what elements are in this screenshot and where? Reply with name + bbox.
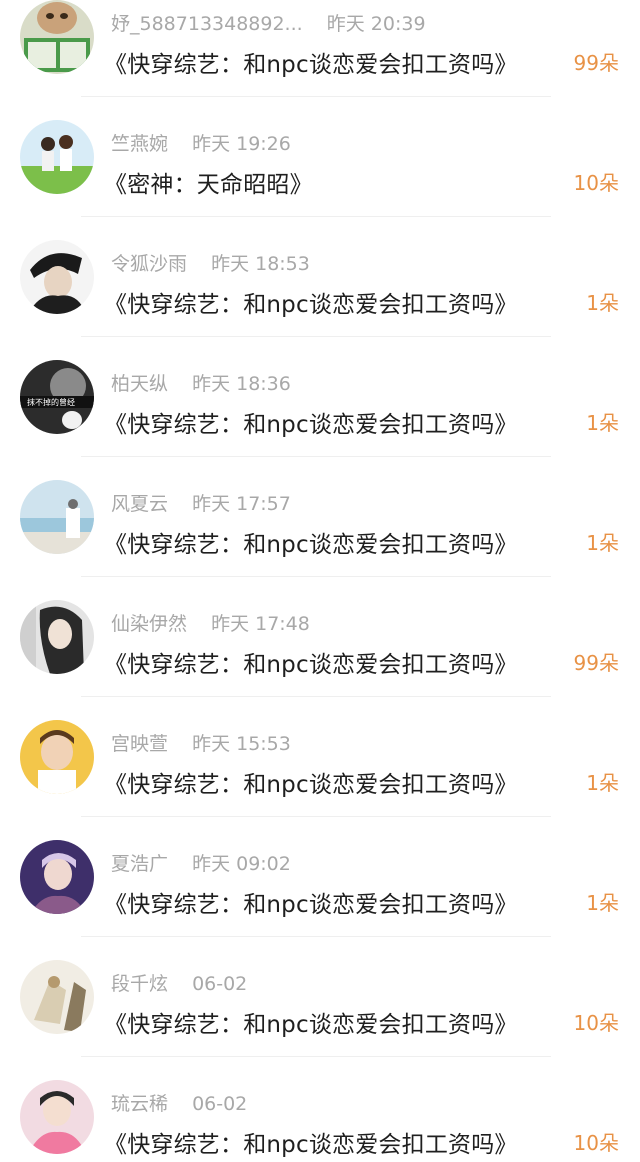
user-name[interactable]: 琉云稀 (111, 1089, 168, 1116)
flower-count: 1朵 (586, 411, 619, 435)
user-name[interactable]: 宫映萱 (111, 729, 168, 756)
user-name[interactable]: 令狐沙雨 (111, 249, 187, 276)
flower-count: 10朵 (573, 1011, 619, 1035)
list-item[interactable]: 仙染伊然 昨天 17:48 《快穿综艺：和npc谈恋爱会扣工资吗》 99朵 (0, 562, 640, 697)
boy-purple-avatar[interactable] (20, 840, 94, 914)
timestamp: 昨天 17:48 (211, 613, 310, 635)
list-item[interactable]: 抹不掉的曾经 柏天纵 昨天 18:36 《快穿综艺：和npc谈恋爱会扣工资吗》 … (0, 322, 640, 457)
book-title[interactable]: 《快穿综艺：和npc谈恋爱会扣工资吗》 (104, 1005, 518, 1041)
timestamp: 昨天 15:53 (192, 733, 291, 755)
timestamp: 昨天 18:36 (192, 373, 291, 395)
couple-grass-avatar[interactable] (20, 120, 94, 194)
flower-count: 1朵 (586, 891, 619, 915)
child-avatar[interactable] (20, 720, 94, 794)
bw-text-avatar[interactable]: 抹不掉的曾经 (20, 360, 94, 434)
list-item[interactable]: 妤_588713348892... 昨天 20:39 《快穿综艺：和npc谈恋爱… (0, 0, 640, 97)
pink-boy-avatar[interactable] (20, 1080, 94, 1154)
list-item[interactable]: 令狐沙雨 昨天 18:53 《快穿综艺：和npc谈恋爱会扣工资吗》 1朵 (0, 202, 640, 337)
dog-reading-avatar[interactable] (20, 0, 94, 74)
girl-hair-avatar[interactable] (20, 600, 94, 674)
timestamp: 昨天 09:02 (192, 853, 291, 875)
book-title[interactable]: 《快穿综艺：和npc谈恋爱会扣工资吗》 (104, 525, 518, 561)
user-name[interactable]: 妤_588713348892... (111, 9, 303, 36)
man-anime-avatar[interactable] (20, 240, 94, 314)
book-title[interactable]: 《快穿综艺：和npc谈恋爱会扣工资吗》 (104, 1125, 518, 1161)
user-name[interactable]: 竺燕婉 (111, 129, 168, 156)
flower-count: 99朵 (573, 651, 619, 675)
book-title[interactable]: 《快穿综艺：和npc谈恋爱会扣工资吗》 (104, 765, 518, 801)
flower-count: 1朵 (586, 291, 619, 315)
user-name[interactable]: 夏浩广 (111, 849, 168, 876)
flower-count: 99朵 (573, 51, 619, 75)
timestamp: 昨天 19:26 (192, 133, 291, 155)
avatar-caption: 抹不掉的曾经 (27, 397, 75, 407)
flower-count: 1朵 (586, 771, 619, 795)
timestamp: 昨天 20:39 (326, 13, 426, 35)
timestamp: 昨天 17:57 (192, 493, 291, 515)
list-item[interactable]: 宫映萱 昨天 15:53 《快穿综艺：和npc谈恋爱会扣工资吗》 1朵 (0, 682, 640, 817)
list-item[interactable]: 段千炫 06-02 《快穿综艺：和npc谈恋爱会扣工资吗》 10朵 (0, 922, 640, 1057)
list-item[interactable]: 风夏云 昨天 17:57 《快穿综艺：和npc谈恋爱会扣工资吗》 1朵 (0, 442, 640, 577)
drawing-avatar[interactable] (20, 960, 94, 1034)
flower-count: 10朵 (573, 171, 619, 195)
list-item[interactable]: 夏浩广 昨天 09:02 《快穿综艺：和npc谈恋爱会扣工资吗》 1朵 (0, 802, 640, 937)
timestamp: 06-02 (192, 1093, 248, 1115)
list-item[interactable]: 琉云稀 06-02 《快穿综艺：和npc谈恋爱会扣工资吗》 10朵 (0, 1042, 640, 1162)
book-title[interactable]: 《快穿综艺：和npc谈恋爱会扣工资吗》 (104, 885, 518, 921)
book-title[interactable]: 《快穿综艺：和npc谈恋爱会扣工资吗》 (104, 285, 518, 321)
user-name[interactable]: 风夏云 (111, 489, 168, 516)
flower-count: 1朵 (586, 531, 619, 555)
beach-avatar[interactable] (20, 480, 94, 554)
list-item[interactable]: 竺燕婉 昨天 19:26 《密神：天命昭昭》 10朵 (0, 82, 640, 217)
timestamp: 06-02 (192, 973, 248, 995)
user-name[interactable]: 段千炫 (111, 969, 168, 996)
book-title[interactable]: 《密神：天命昭昭》 (104, 165, 313, 201)
user-name[interactable]: 仙染伊然 (111, 609, 187, 636)
book-title[interactable]: 《快穿综艺：和npc谈恋爱会扣工资吗》 (104, 45, 518, 81)
flower-count: 10朵 (573, 1131, 619, 1155)
timestamp: 昨天 18:53 (211, 253, 310, 275)
book-title[interactable]: 《快穿综艺：和npc谈恋爱会扣工资吗》 (104, 405, 518, 441)
user-name[interactable]: 柏天纵 (111, 369, 168, 396)
book-title[interactable]: 《快穿综艺：和npc谈恋爱会扣工资吗》 (104, 645, 518, 681)
